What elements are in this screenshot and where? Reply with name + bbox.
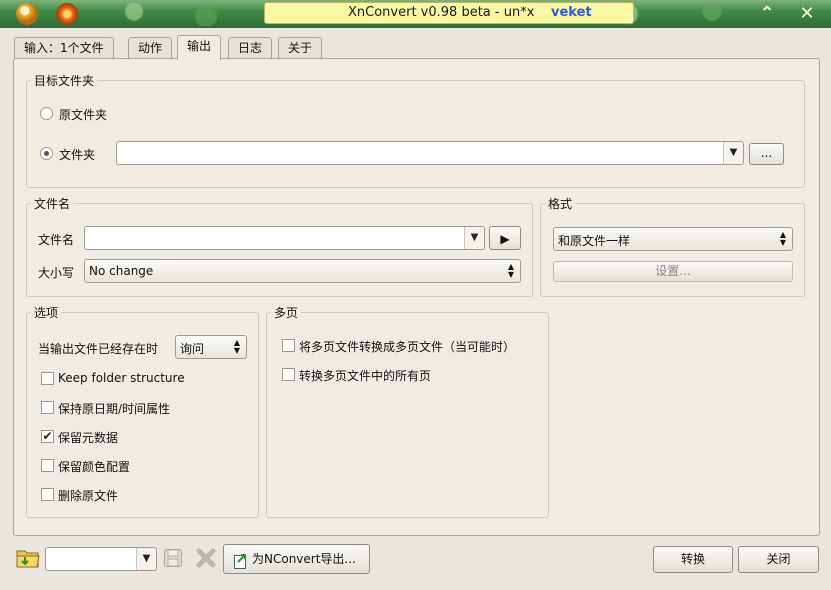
updown-icon: ▲ ▼	[233, 338, 240, 355]
keep-datetime-checkbox[interactable]	[41, 401, 54, 414]
keep-color-profile-label: 保留颜色配置	[58, 460, 131, 474]
case-select[interactable]: No change ▲ ▼	[84, 259, 521, 283]
tab-about[interactable]: 关于	[278, 37, 323, 59]
case-value: No change	[89, 264, 154, 278]
window-user: veket	[551, 5, 592, 20]
keep-folder-structure-label: Keep folder structure	[58, 371, 185, 385]
multipage-convert-checkbox[interactable]	[282, 339, 295, 352]
format-title: 格式	[545, 195, 576, 212]
format-select[interactable]: 和原文件一样 ▲ ▼	[553, 227, 793, 251]
titlebar-texture	[80, 2, 260, 26]
folder-radio[interactable]	[40, 147, 53, 160]
chevron-down-icon[interactable]: ▼	[723, 142, 743, 164]
export-label: 为NConvert导出...	[252, 552, 356, 566]
chevron-down-icon[interactable]: ▼	[464, 227, 484, 249]
multipage-convert-label: 将多页文件转换成多页文件（当可能时）	[299, 340, 516, 354]
browse-folder-button[interactable]: ...	[749, 143, 784, 165]
delete-icon[interactable]	[195, 548, 217, 568]
chevron-down-icon[interactable]: ▼	[136, 548, 156, 570]
updown-icon: ▲ ▼	[779, 230, 786, 247]
preset-combo[interactable]: ▼	[45, 547, 157, 571]
title-bar: XnConvert v0.98 beta - un*x veket ⌃ ✕	[0, 0, 831, 28]
multipage-title: 多页	[271, 304, 302, 321]
convert-button[interactable]: 转换	[653, 546, 733, 573]
case-label: 大小写	[38, 266, 75, 280]
tab-input[interactable]: 输入：1个文件	[14, 37, 114, 59]
open-folder-icon[interactable]	[16, 547, 40, 569]
original-folder-radio[interactable]	[40, 107, 53, 120]
delete-original-label: 删除原文件	[58, 489, 119, 503]
target-folder-title: 目标文件夹	[31, 72, 98, 89]
window-title: XnConvert v0.98 beta - un*x	[348, 5, 535, 20]
exists-value: 询问	[180, 342, 205, 356]
convert-all-pages-label: 转换多页文件中的所有页	[299, 369, 432, 383]
save-icon[interactable]	[163, 548, 183, 568]
maximize-button[interactable]: ⌃	[756, 3, 778, 25]
delete-original-checkbox[interactable]	[41, 488, 54, 501]
original-folder-label: 原文件夹	[59, 108, 108, 122]
exists-label: 当输出文件已经存在时	[38, 342, 159, 356]
keep-folder-structure-checkbox[interactable]	[41, 372, 54, 385]
format-settings-button[interactable]: 设置...	[553, 261, 793, 282]
keep-color-profile-checkbox[interactable]	[41, 459, 54, 472]
app-menu-icon[interactable]	[16, 3, 38, 25]
keep-metadata-checkbox[interactable]: ✔	[41, 430, 54, 443]
export-icon	[234, 551, 248, 569]
filename-combo[interactable]: ▼	[84, 226, 485, 250]
exists-select[interactable]: 询问 ▲ ▼	[175, 335, 247, 359]
close-window-button[interactable]: ✕	[796, 3, 818, 25]
filename-title: 文件名	[31, 195, 74, 212]
tab-actions[interactable]: 动作	[128, 37, 173, 59]
target-folder-group	[26, 80, 805, 188]
folder-path-combo[interactable]: ▼	[116, 141, 744, 165]
options-title: 选项	[31, 304, 62, 321]
format-value: 和原文件一样	[558, 234, 631, 248]
folder-label: 文件夹	[59, 148, 96, 162]
export-nconvert-button[interactable]: 为NConvert导出...	[223, 544, 370, 574]
close-button[interactable]: 关闭	[738, 546, 819, 573]
convert-all-pages-checkbox[interactable]	[282, 368, 295, 381]
filename-label: 文件名	[38, 233, 75, 247]
keep-metadata-label: 保留元数据	[58, 431, 119, 445]
tab-output[interactable]: 输出	[177, 35, 222, 60]
updown-icon: ▲ ▼	[507, 262, 514, 279]
filename-tokens-button[interactable]: ▶	[489, 226, 521, 250]
sun-icon[interactable]	[56, 3, 78, 25]
keep-datetime-label: 保持原日期/时间属性	[58, 402, 171, 416]
tab-log[interactable]: 日志	[228, 37, 273, 59]
